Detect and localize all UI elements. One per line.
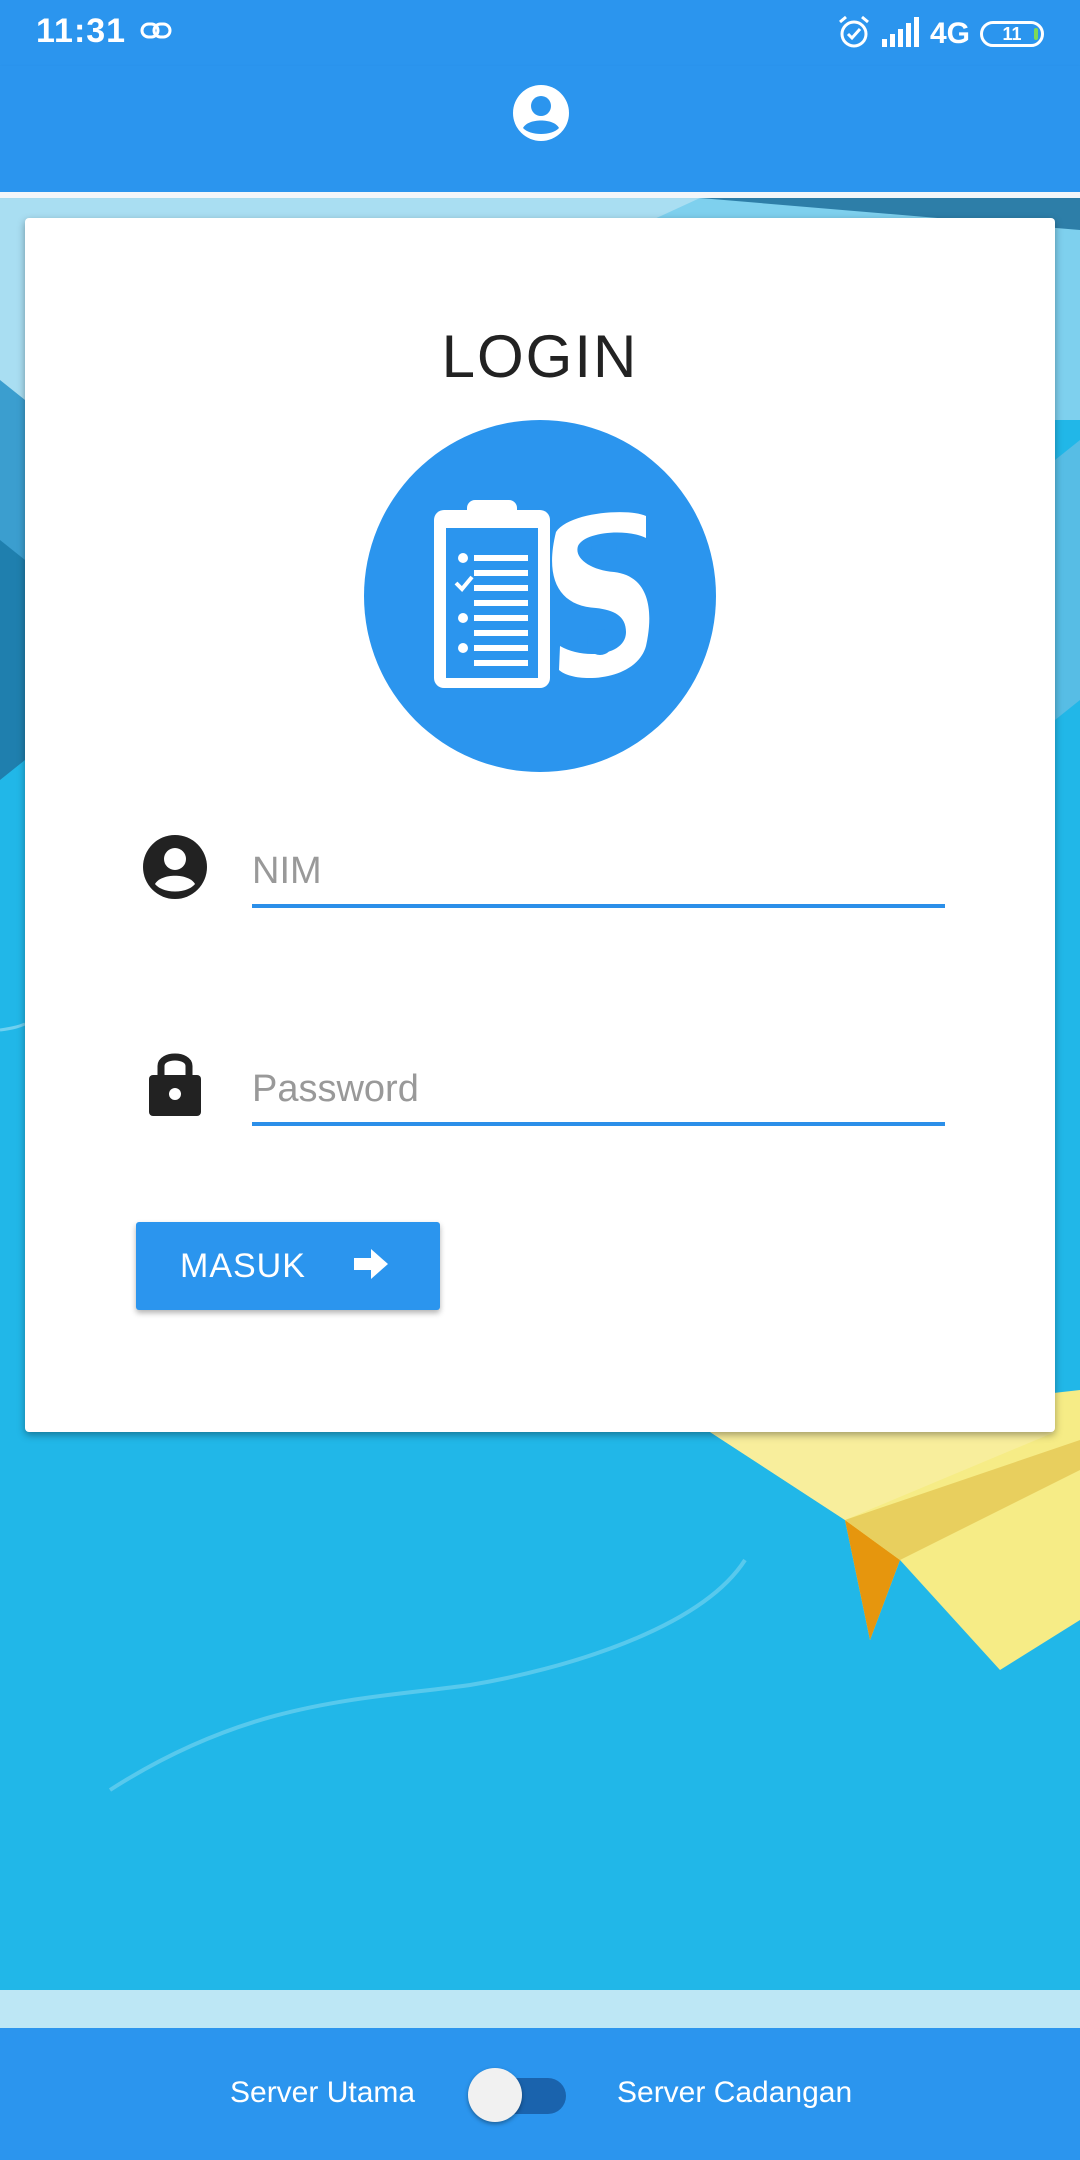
status-icons: 4G 11 — [836, 14, 1044, 54]
login-button-label: MASUK — [180, 1246, 306, 1285]
signal-icon — [881, 16, 924, 52]
server-utama-label: Server Utama — [230, 2076, 416, 2109]
battery-level: 11 — [1002, 24, 1022, 44]
server-toggle[interactable] — [468, 2068, 566, 2122]
battery-icon: 11 — [980, 21, 1044, 47]
app-logo — [364, 420, 716, 772]
password-input[interactable] — [252, 1056, 945, 1126]
alarm-icon — [836, 14, 872, 55]
arrow-right-icon — [353, 1248, 388, 1284]
clipboard-logo-icon — [434, 500, 650, 688]
status-time: 11:31 — [36, 12, 127, 50]
app-bar-divider — [0, 192, 1080, 198]
toggle-thumb — [468, 2068, 522, 2122]
account-circle-icon — [142, 834, 208, 905]
link-icon — [140, 18, 172, 49]
nim-input[interactable] — [252, 838, 945, 908]
lock-icon — [149, 1048, 201, 1121]
server-cadangan-label: Server Cadangan — [617, 2076, 853, 2109]
login-button[interactable]: MASUK — [136, 1222, 440, 1310]
login-card: LOGIN NIM MASUK — [25, 218, 1055, 1432]
app-bar — [0, 66, 1080, 192]
server-switch-bar: Server Utama Server Cadangan — [0, 2028, 1080, 2160]
account-circle-icon[interactable] — [512, 84, 570, 142]
status-bar: 11:31 4G 11 — [0, 0, 1080, 66]
bottom-divider — [0, 1990, 1080, 2028]
login-title: LOGIN — [441, 323, 639, 390]
network-type: 4G — [929, 17, 970, 50]
